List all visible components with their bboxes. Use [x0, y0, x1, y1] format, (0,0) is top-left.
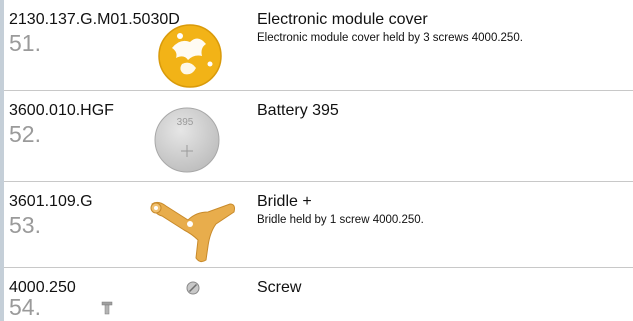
battery-image: 395 — [154, 107, 220, 173]
svg-text:395: 395 — [177, 117, 194, 128]
part-reference: 3601.109.G — [9, 193, 93, 210]
part-row: 4000.250 54. Screw — [4, 268, 633, 321]
part-row: 2130.137.G.M01.5030D 51. — [4, 0, 633, 91]
screw-side-view-image — [101, 301, 113, 315]
part-position-number: 54. — [9, 294, 41, 320]
part-description: Bridle held by 1 screw 4000.250. — [257, 214, 424, 226]
part-reference: 3600.010.HGF — [9, 102, 114, 119]
electronic-module-cover-image — [158, 24, 222, 88]
screw-top-view-image — [186, 281, 200, 295]
part-name: Bridle + — [257, 193, 312, 210]
part-name: Screw — [257, 279, 302, 296]
part-name: Battery 395 — [257, 102, 339, 119]
part-position-number: 52. — [9, 121, 41, 147]
part-reference: 2130.137.G.M01.5030D — [9, 11, 180, 28]
part-row: 3600.010.HGF 52. Battery 395 395 — [4, 91, 633, 182]
part-position-number: 51. — [9, 30, 41, 56]
part-position-number: 53. — [9, 212, 41, 238]
bridle-image — [150, 201, 235, 263]
part-row: 3601.109.G 53. Bridle + Bridle held by 1… — [4, 182, 633, 268]
